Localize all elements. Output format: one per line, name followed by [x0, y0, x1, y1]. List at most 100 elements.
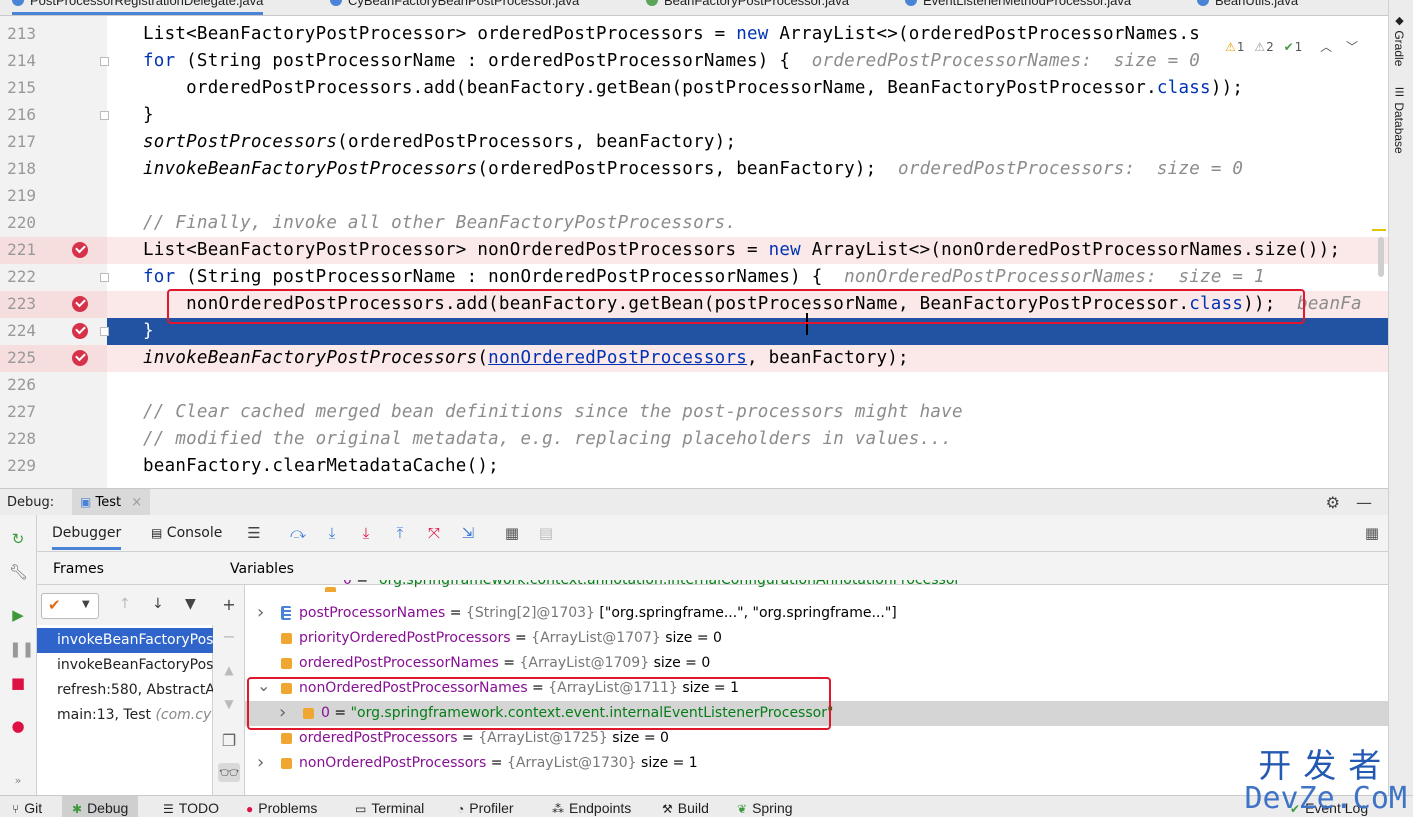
variable-row[interactable]: 0 = "org.springframework.context.annotat…: [245, 580, 1388, 592]
editor-tab[interactable]: EventListenerMethodProcessor.java: [905, 0, 1131, 15]
editor-scrollbar[interactable]: [1378, 237, 1384, 277]
code-line[interactable]: 219: [0, 183, 1388, 210]
tool-window-button[interactable]: ⑂ Git: [12, 800, 42, 816]
fold-icon[interactable]: [100, 57, 109, 66]
move-up-icon[interactable]: ▲: [220, 663, 238, 677]
code-line[interactable]: 221 List<BeanFactoryPostProcessor> nonOrd…: [0, 237, 1388, 264]
code-line[interactable]: 227 // Clear cached merged bean definitio…: [0, 399, 1388, 426]
arrow-down-icon[interactable]: ↓: [152, 596, 164, 612]
tab-console[interactable]: ▤ Console: [151, 525, 222, 541]
variable-row[interactable]: › nonOrderedPostProcessors = {ArrayList@1…: [245, 751, 1388, 776]
database-tool-tab[interactable]: ☰ Database: [1392, 86, 1406, 154]
code-line[interactable]: 218 invokeBeanFactoryPostProcessors(order…: [0, 156, 1388, 183]
line-number: 219: [7, 186, 36, 205]
breakpoint-icon[interactable]: [72, 296, 88, 312]
code-token: invokeBeanFactoryPostProcessors: [143, 348, 478, 368]
rerun-icon[interactable]: ↻: [9, 530, 27, 548]
minimize-icon[interactable]: —: [1356, 493, 1372, 512]
add-watch-icon[interactable]: +: [220, 595, 238, 614]
variable-row[interactable]: priorityOrderedPostProcessors = {ArrayLi…: [245, 626, 1388, 651]
tool-window-button[interactable]: ☰ TODO: [163, 800, 219, 816]
breakpoint-icon[interactable]: [72, 242, 88, 258]
frame-method: invokeBeanFactoryPost: [57, 632, 213, 648]
chevron-right-icon[interactable]: ›: [257, 602, 264, 623]
editor-tab[interactable]: BeanUtils.java: [1197, 0, 1298, 15]
code-line[interactable]: 213 List<BeanFactoryPostProcessor> ordere…: [0, 21, 1388, 48]
warning-icon: ⚠: [1225, 40, 1236, 54]
resume-icon[interactable]: ▶: [9, 606, 27, 624]
stack-frame[interactable]: invokeBeanFactoryPost: [37, 653, 213, 678]
fold-icon[interactable]: [100, 327, 109, 336]
menu-lines-icon[interactable]: ☰: [244, 524, 264, 542]
run-config-tab-test[interactable]: ▣ Test ×: [72, 489, 151, 516]
variable-type: {ArrayList@1709}: [519, 655, 654, 671]
code-line[interactable]: 215 orderedPostProcessors.add(beanFactor…: [0, 75, 1388, 102]
code-token: orderedPostProcessors.add(beanFactory.ge…: [143, 78, 1157, 98]
code-line[interactable]: 214 for (String postProcessorName : order…: [0, 48, 1388, 75]
variable-value: "org.springframework.context.annotation.…: [372, 580, 967, 588]
chevron-down-icon[interactable]: ﹀: [1346, 40, 1358, 54]
arrow-up-icon[interactable]: ↑: [119, 596, 131, 612]
code-line[interactable]: 216}: [0, 102, 1388, 129]
code-line[interactable]: 220 // Finally, invoke all other BeanFact…: [0, 210, 1388, 237]
step-over-icon[interactable]: ⤓: [322, 524, 342, 542]
tool-window-button[interactable]: ✱ Debug: [62, 796, 139, 817]
close-icon[interactable]: ×: [131, 495, 142, 510]
chevron-right-icon[interactable]: ›: [257, 752, 264, 773]
tool-window-button[interactable]: ⚒ Build: [662, 800, 709, 816]
editor-tab[interactable]: CyBeanFactoryBeanPostProcessor.java: [330, 0, 579, 15]
gradle-tool-tab[interactable]: ◆ Gradle: [1392, 14, 1406, 66]
code-line[interactable]: 222 for (String postProcessorName : nonOr…: [0, 264, 1388, 291]
more-icon[interactable]: »: [9, 772, 27, 790]
gear-icon[interactable]: ⚙: [1326, 493, 1340, 512]
stack-frame[interactable]: refresh:580, AbstractA: [37, 678, 213, 703]
stack-frame[interactable]: invokeBeanFactoryPost: [37, 628, 213, 653]
field-icon: [281, 733, 292, 744]
drop-frame-icon[interactable]: ⤧: [424, 524, 444, 542]
trace-icon[interactable]: ▤: [536, 524, 556, 542]
frame-method: main:13, Test: [57, 707, 156, 723]
code-line[interactable]: 229 beanFactory.clearMetadataCache();: [0, 453, 1388, 480]
breakpoint-icon[interactable]: [72, 350, 88, 366]
pause-icon[interactable]: ❚❚: [9, 640, 34, 658]
tool-window-button[interactable]: ❦ Spring: [737, 800, 793, 816]
variable-row[interactable]: orderedPostProcessorNames = {ArrayList@1…: [245, 651, 1388, 676]
fold-icon[interactable]: [100, 273, 109, 282]
code-line[interactable]: 228 // modified the original metadata, e.…: [0, 426, 1388, 453]
breakpoint-icon[interactable]: [72, 323, 88, 339]
tab-debugger[interactable]: Debugger: [52, 525, 122, 550]
step-into-icon[interactable]: ⤓: [356, 524, 376, 542]
inspection-widget[interactable]: ⚠1 ⚠2 ✔1 ︿ ﹀: [1219, 38, 1358, 55]
tool-window-button[interactable]: ▭ Terminal: [355, 800, 424, 816]
evaluate-expression-icon[interactable]: ▦: [502, 524, 522, 542]
view-breakpoints-icon[interactable]: ●: [9, 717, 27, 735]
chevron-up-icon[interactable]: ︿: [1320, 40, 1332, 54]
highlight-box-code-line: [167, 289, 1305, 324]
code-line[interactable]: 225 invokeBeanFactoryPostProcessors(nonOr…: [0, 345, 1388, 372]
code-line[interactable]: 217 sortPostProcessors(orderedPostProcess…: [0, 129, 1388, 156]
thread-selector[interactable]: ✔ ▼: [41, 593, 99, 619]
code-text: // Finally, invoke all other BeanFactory…: [143, 213, 736, 233]
code-editor[interactable]: 213 List<BeanFactoryPostProcessor> ordere…: [0, 16, 1388, 488]
run-to-cursor-icon[interactable]: ⇲: [458, 524, 478, 542]
move-down-icon[interactable]: ▼: [220, 697, 238, 711]
show-execution-point-icon[interactable]: ⤼: [288, 524, 308, 542]
stack-frame[interactable]: main:13, Test (com.cy: [37, 703, 213, 728]
glasses-icon[interactable]: 👓︎: [218, 763, 240, 782]
copy-icon[interactable]: ❐: [220, 731, 238, 750]
editor-tab[interactable]: BeanFactoryPostProcessor.java: [646, 0, 849, 15]
filter-icon[interactable]: ▼: [185, 596, 196, 612]
wrench-icon[interactable]: 🔧︎: [9, 563, 28, 581]
code-token: new: [768, 240, 801, 260]
editor-tab[interactable]: PostProcessorRegistrationDelegate.java: [12, 0, 264, 15]
variable-row[interactable]: › postProcessorNames = {String[2]@1703} […: [245, 601, 1388, 626]
fold-icon[interactable]: [100, 111, 109, 120]
stop-icon[interactable]: ■: [9, 674, 27, 692]
code-line[interactable]: 226: [0, 372, 1388, 399]
layout-settings-icon[interactable]: ▦: [1362, 524, 1382, 542]
tool-window-button[interactable]: ● Problems: [246, 800, 317, 816]
step-out-icon[interactable]: ⤒: [390, 524, 410, 542]
remove-watch-icon[interactable]: −: [220, 627, 238, 646]
tool-window-button[interactable]: ⁂ Endpoints: [552, 800, 631, 816]
tool-window-button[interactable]: ◔ Profiler: [457, 800, 514, 816]
